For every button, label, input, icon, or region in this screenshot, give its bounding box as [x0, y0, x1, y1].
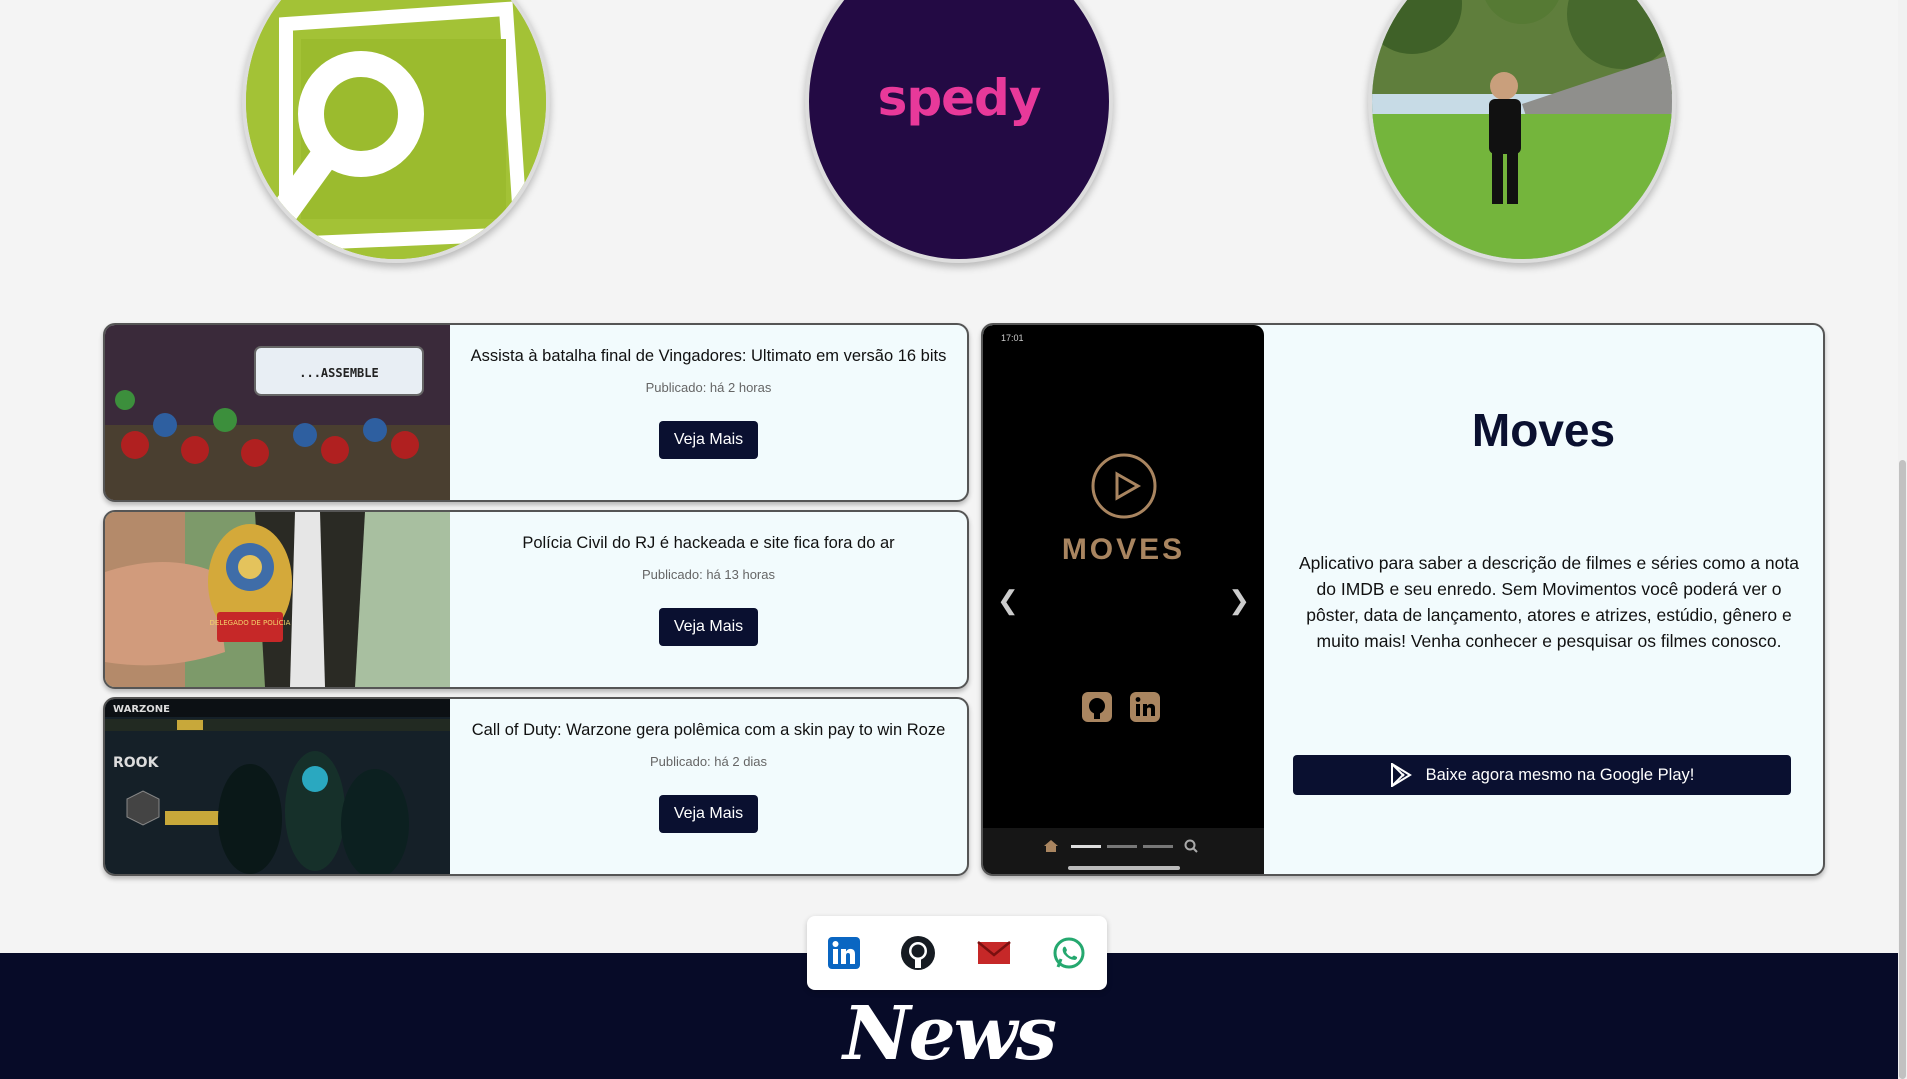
news-date: Publicado: há 2 horas [645, 380, 772, 395]
see-more-button[interactable]: Veja Mais [658, 795, 759, 833]
github-icon [1082, 692, 1112, 722]
magnifier-logo-icon [246, 0, 546, 259]
news-thumbnail[interactable]: ...ASSEMBLE [105, 325, 450, 500]
news-thumbnail[interactable]: WARZONE ROOK [105, 699, 450, 874]
thumb-caption: ROOK [113, 755, 160, 771]
spedy-text: spedy [877, 69, 1042, 127]
carousel-next-arrow[interactable]: ❯ [1228, 585, 1250, 616]
social-links [807, 916, 1107, 990]
news-title: Assista à batalha final de Vingadores: U… [470, 347, 947, 365]
project-description: Aplicativo para saber a descrição de fil… [1299, 553, 1799, 651]
news-thumbnail[interactable]: DELEGADO DE POLÍCIA [105, 512, 450, 687]
google-play-icon [1390, 763, 1412, 787]
app-screenshot-carousel: 17:01 MOVES ❮ ❯ [983, 325, 1264, 874]
news-card: WARZONE ROOK Call of Duty: Warzone gera … [103, 697, 969, 876]
search-icon [1184, 839, 1198, 853]
scrollbar[interactable] [1898, 0, 1907, 1079]
phone-home-bar [1068, 866, 1180, 870]
project-card: 17:01 MOVES ❮ ❯ Moves Aplicativo para sa… [981, 323, 1825, 876]
news-card: DELEGADO DE POLÍCIA Polícia Civil do RJ … [103, 510, 969, 689]
scrollbar-thumb[interactable] [1899, 460, 1906, 1079]
linkedin-icon[interactable] [827, 936, 861, 970]
carousel-indicator[interactable] [1143, 845, 1173, 848]
magnifier-logo[interactable] [242, 0, 550, 263]
news-card: ...ASSEMBLE Assista à batalha final de V… [103, 323, 969, 502]
phone-logo-text: MOVES [1061, 533, 1186, 566]
thumb-caption: ...ASSEMBLE [299, 366, 378, 380]
news-date: Publicado: há 2 dias [649, 754, 768, 769]
spedy-logo[interactable]: spedy [805, 0, 1113, 263]
mail-icon[interactable] [976, 938, 1012, 968]
profile-photo-image [1372, 0, 1672, 259]
carousel-prev-arrow[interactable]: ❮ [997, 585, 1019, 616]
carousel-indicator[interactable] [1107, 845, 1137, 848]
svg-text:WARZONE: WARZONE [113, 704, 170, 715]
phone-status-time: 17:01 [1001, 333, 1024, 343]
badge-caption: DELEGADO DE POLÍCIA [210, 618, 291, 627]
play-logo-icon [1091, 453, 1157, 519]
news-title: Polícia Civil do RJ é hackeada e site fi… [522, 534, 895, 552]
project-title: Moves [1471, 404, 1616, 456]
news-title: Call of Duty: Warzone gera polêmica com … [471, 721, 946, 739]
carousel-indicator-active[interactable] [1071, 845, 1101, 848]
github-icon[interactable] [900, 935, 936, 971]
see-more-button[interactable]: Veja Mais [658, 421, 759, 459]
home-icon [1044, 840, 1058, 852]
profile-photo[interactable] [1368, 0, 1676, 263]
linkedin-icon [1130, 692, 1160, 722]
google-play-label: Baixe agora mesmo na Google Play! [1425, 765, 1695, 784]
whatsapp-icon[interactable] [1051, 935, 1087, 971]
google-play-button[interactable]: Baixe agora mesmo na Google Play! [1293, 755, 1791, 795]
phone-nav-bar [983, 828, 1264, 874]
news-date: Publicado: há 13 horas [642, 567, 775, 582]
see-more-button[interactable]: Veja Mais [658, 608, 759, 646]
footer-title: News [842, 991, 1057, 1077]
